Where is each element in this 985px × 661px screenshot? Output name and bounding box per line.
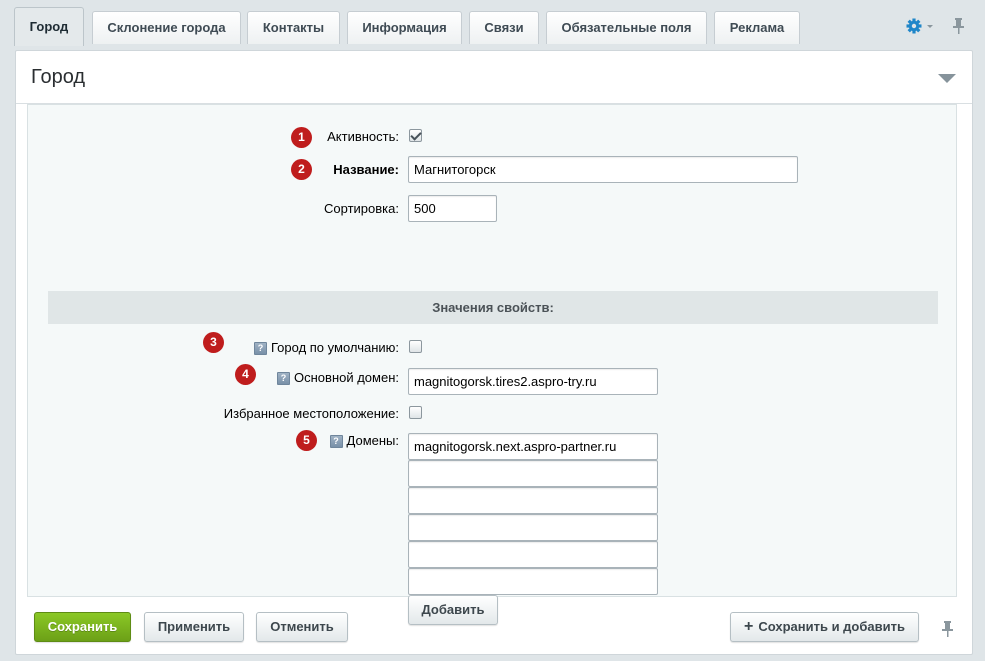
callout-badge-1: 1	[291, 127, 312, 148]
callout-badge-2: 2	[291, 159, 312, 180]
help-icon[interactable]: ?	[277, 372, 291, 385]
help-icon[interactable]: ?	[254, 342, 267, 355]
domain-input-5[interactable]	[408, 541, 658, 568]
domain-input-2[interactable]	[408, 460, 658, 487]
default-city-label-text: Город по умолчанию:	[271, 340, 399, 355]
save-and-add-label: Сохранить и добавить	[758, 619, 905, 634]
field-name: 2 Название: Магнитогорск	[28, 156, 956, 184]
chevron-down-icon	[927, 25, 933, 28]
panel-title: Город	[31, 66, 86, 88]
apply-button[interactable]: Применить	[144, 612, 244, 642]
form-area: 1 Активность: 2 Название: Магнитогорск С…	[27, 104, 957, 625]
tab-contacts[interactable]: Контакты	[247, 11, 340, 44]
properties-section-header: Значения свойств:	[48, 291, 938, 324]
name-input[interactable]: Магнитогорск	[408, 156, 798, 183]
sort-input[interactable]: 500	[408, 195, 497, 222]
callout-badge-3: 3	[203, 332, 224, 353]
domains-label-text: Домены:	[346, 433, 399, 448]
favorite-location-label: Избранное местоположение:	[223, 406, 399, 421]
domain-input-4[interactable]	[408, 514, 658, 541]
pin-icon[interactable]	[951, 16, 967, 36]
default-city-checkbox[interactable]	[409, 340, 422, 353]
tab-advertising[interactable]: Реклама	[714, 11, 800, 44]
gear-icon[interactable]	[905, 16, 935, 36]
domain-input-6[interactable]	[408, 568, 658, 595]
cancel-button[interactable]: Отменить	[256, 612, 348, 642]
field-sort: Сортировка: 500	[28, 195, 956, 223]
domain-input-3[interactable]	[408, 487, 658, 514]
tab-city[interactable]: Город	[14, 7, 84, 46]
field-main-domain: 4 ? Основной домен: magnitogorsk.tires2.a…	[28, 364, 956, 395]
main-domain-input[interactable]: magnitogorsk.tires2.aspro-try.ru	[408, 368, 658, 395]
field-favorite-location: Избранное местоположение:	[28, 400, 956, 428]
save-and-add-button[interactable]: + Сохранить и добавить	[730, 612, 919, 642]
name-label: Название:	[333, 162, 399, 177]
main-domain-label-text: Основной домен:	[294, 370, 399, 385]
main-domain-label: ? Основной домен:	[277, 364, 399, 392]
help-icon[interactable]: ?	[329, 435, 343, 448]
tab-bar: Город Склонение города Контакты Информац…	[0, 0, 985, 50]
field-active: 1 Активность:	[28, 123, 956, 151]
field-default-city: 3 ? Город по умолчанию:	[28, 332, 956, 362]
callout-badge-5: 5	[296, 430, 317, 451]
active-checkbox[interactable]	[409, 129, 422, 142]
active-label: Активность:	[327, 129, 399, 144]
domains-label: ? Домены:	[329, 427, 399, 455]
pin-icon[interactable]	[940, 619, 956, 639]
city-panel: Город 1 Активность: 2 Название: Магнитог…	[15, 50, 973, 655]
add-domain-button[interactable]: Добавить	[408, 595, 498, 625]
callout-badge-4: 4	[235, 364, 256, 385]
default-city-label: ? Город по умолчанию:	[254, 334, 399, 362]
sort-label: Сортировка:	[324, 201, 399, 216]
tab-required-fields[interactable]: Обязательные поля	[546, 11, 707, 44]
plus-icon: +	[744, 618, 754, 635]
domain-input-1[interactable]: magnitogorsk.next.aspro-partner.ru	[408, 433, 658, 460]
favorite-location-checkbox[interactable]	[409, 406, 422, 419]
tab-links[interactable]: Связи	[469, 11, 539, 44]
tab-information[interactable]: Информация	[347, 11, 462, 44]
collapse-arrow-icon[interactable]	[938, 74, 956, 83]
tab-city-declension[interactable]: Склонение города	[92, 11, 241, 44]
save-button[interactable]: Сохранить	[34, 612, 131, 642]
